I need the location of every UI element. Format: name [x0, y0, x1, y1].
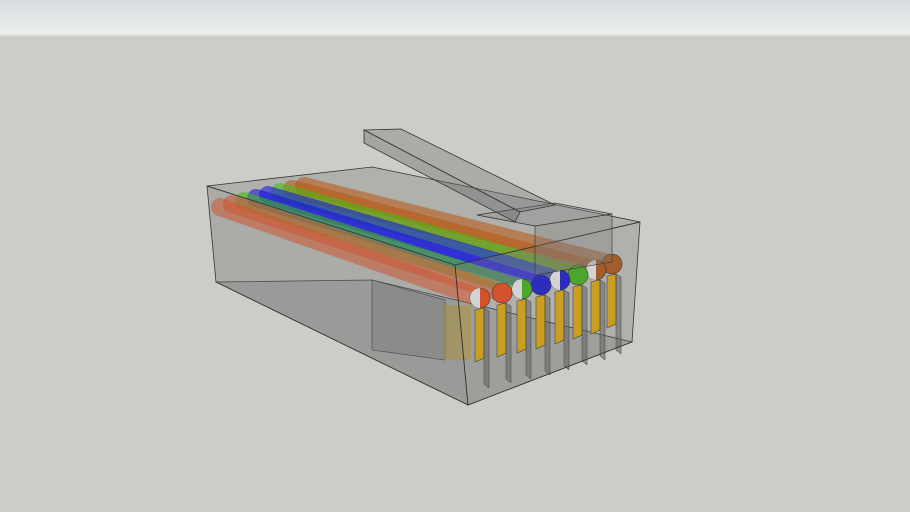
model-viewport[interactable]: [0, 0, 910, 512]
